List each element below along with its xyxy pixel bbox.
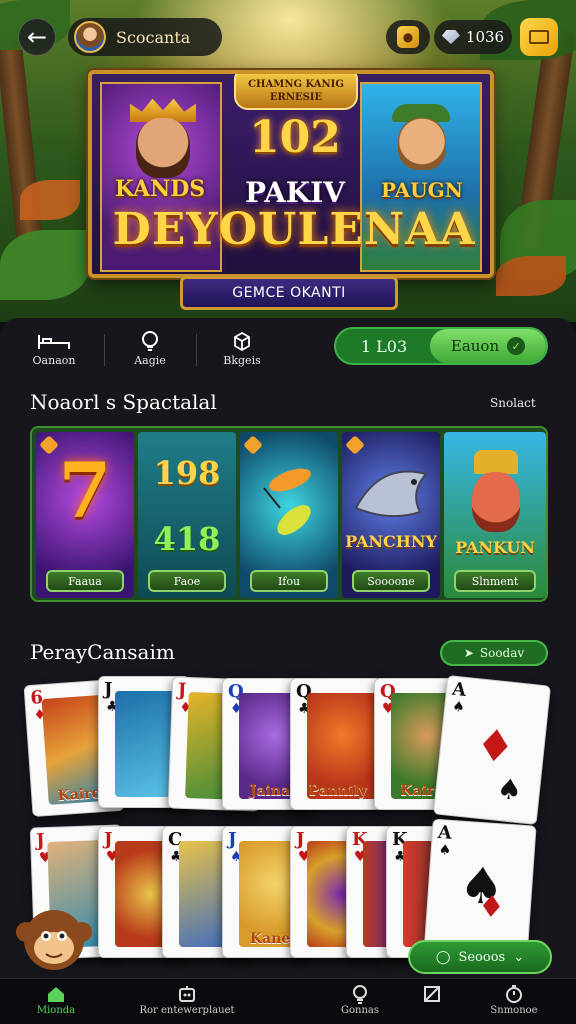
card-rank: J <box>177 679 187 701</box>
tool-label: Aagie <box>134 354 166 367</box>
level-action-button[interactable]: Eauon ✓ <box>430 329 546 363</box>
card-rank: A <box>451 678 468 701</box>
bulb-icon <box>332 983 388 1005</box>
circle-icon: ◯ <box>435 949 451 965</box>
tool-label: Oanaon <box>32 354 76 367</box>
level-value: 1 L03 <box>360 336 408 356</box>
level-pill[interactable]: 1 L03 Eauon ✓ <box>334 327 548 365</box>
tool-label: Bkgeis <box>223 354 261 367</box>
gem-icon <box>441 30 460 44</box>
tile-art-bottom: 418 <box>153 520 221 558</box>
back-button[interactable]: ← <box>18 18 56 56</box>
fish-icon <box>263 468 311 535</box>
nav-item-square[interactable] <box>414 983 450 1005</box>
banner-number: 102 <box>249 112 341 163</box>
box-icon <box>206 328 278 354</box>
username: Scocanta <box>116 27 191 47</box>
tile-art-word: PANKUN <box>455 538 535 557</box>
diamond-icon: ♦ <box>472 719 518 775</box>
gem-icon <box>243 435 263 455</box>
tool-bkgeis[interactable]: Bkgeis <box>206 328 278 378</box>
currency-pill[interactable]: 1036 <box>434 20 512 54</box>
chevron-down-icon: ⌄ <box>513 949 525 965</box>
bulb-icon <box>114 328 186 354</box>
back-arrow-icon: ← <box>26 23 48 51</box>
featured-game-banner[interactable]: CHAMNG KANIG ERNESIE 102 KANDS PAKIV PAU… <box>88 70 494 278</box>
game-tile[interactable]: PANCHNY Soooone <box>342 432 440 598</box>
card-art-label: Pannily <box>308 783 368 799</box>
home-icon <box>28 983 84 1005</box>
tile-label: Faaua <box>46 570 124 592</box>
playing-card[interactable]: Q ♣ Pannily <box>290 678 382 810</box>
section-link-select[interactable]: Snolact <box>490 396 536 410</box>
spade-icon: ♠ <box>438 842 452 859</box>
tile-label: Slnment <box>454 570 536 592</box>
nav-item-timer[interactable]: Snmonoe <box>484 983 544 1016</box>
game-tile[interactable]: Ifou <box>240 432 338 598</box>
diamond-icon: ♦ <box>476 888 506 926</box>
hero-banner-area: ← Scocanta ● 1036 CHAMNG KANIG ERNESIE 1… <box>0 0 576 322</box>
tile-art-top: 198 <box>153 454 221 492</box>
tool-oanaon[interactable]: Oanaon <box>18 328 90 378</box>
tile-label: Faoe <box>148 570 226 592</box>
game-tile[interactable]: PANKUN Slnment <box>444 432 546 598</box>
tile-art-seven: 7 <box>58 446 112 535</box>
timer-icon <box>484 983 544 1005</box>
card-rank: J <box>104 679 113 700</box>
cards-filter-badge[interactable]: ➤ Soodav <box>440 640 548 666</box>
robot-icon <box>112 983 262 1005</box>
top-bar: ← Scocanta ● 1036 <box>0 0 576 70</box>
spade-icon: ♠ <box>451 698 466 716</box>
nav-label: Gonnas <box>341 1005 379 1016</box>
nav-label: Ror entewerplauet <box>139 1005 235 1016</box>
card-rank: J <box>104 829 113 850</box>
tool-aagie[interactable]: Aagie <box>114 328 186 378</box>
game-tile[interactable]: 198 418 Faoe <box>138 432 236 598</box>
cards-badge-label: Soodav <box>479 646 525 660</box>
games-strip: 7 Faaua 198 418 Faoe Ifou PANCHNY Soooon… <box>30 426 548 602</box>
play-badge-button[interactable]: ◯ Seooos ⌄ <box>408 940 552 974</box>
check-icon: ✓ <box>507 337 526 355</box>
game-tile[interactable]: 7 Faaua <box>36 432 134 598</box>
level-button-label: Eauon <box>450 337 500 355</box>
card-rank: J <box>296 829 305 850</box>
bed-icon <box>18 328 90 354</box>
nav-item-home[interactable]: Mionda <box>28 983 84 1016</box>
banner-left-word: KANDS <box>114 176 206 202</box>
play-badge-label: Seooos <box>458 949 506 965</box>
playing-card[interactable]: A ♠ ♦ ♠ <box>432 674 552 826</box>
tile-label: Soooone <box>352 570 430 592</box>
card-rank: J <box>228 829 237 850</box>
divider <box>104 334 105 366</box>
divider <box>196 334 197 366</box>
tuna-icon <box>354 470 428 518</box>
coin-icon: ● <box>397 26 419 48</box>
card-rank: A <box>437 821 453 844</box>
monkey-mascot <box>16 910 92 970</box>
banner-right-word: PAUGN <box>381 178 463 202</box>
profile-pill[interactable]: Scocanta <box>68 18 222 56</box>
screen-button[interactable] <box>520 18 558 56</box>
nav-item-robot[interactable]: Ror entewerplauet <box>112 983 262 1016</box>
currency-value: 1036 <box>465 28 505 46</box>
square-icon <box>414 983 450 1005</box>
banner-title: DEYOULENAA <box>112 204 476 255</box>
avatar <box>74 21 106 53</box>
coin-button[interactable]: ● <box>386 20 430 54</box>
section-title-cards: PerayCansaim <box>30 640 175 664</box>
screen-icon <box>529 30 549 44</box>
tile-label: Ifou <box>250 570 328 592</box>
nav-label: Snmonoe <box>490 1005 538 1016</box>
banner-header: CHAMNG KANIG ERNESIE <box>234 74 358 110</box>
section-title-specials: Noaorl s Spactalal <box>30 390 217 414</box>
nav-item-games[interactable]: Gonnas <box>332 983 388 1016</box>
nav-label: Mionda <box>36 1005 76 1016</box>
spade-icon: ♠ <box>495 771 524 808</box>
arrow-icon: ➤ <box>463 646 474 660</box>
card-rank: J <box>35 830 46 852</box>
bottom-nav: Mionda Ror entewerplauet Gonnas Snmonoe <box>0 978 576 1024</box>
banner-badge-button[interactable]: GEMCE OKANTI <box>180 276 398 310</box>
tile-art-word: PANCHNY <box>345 532 437 551</box>
